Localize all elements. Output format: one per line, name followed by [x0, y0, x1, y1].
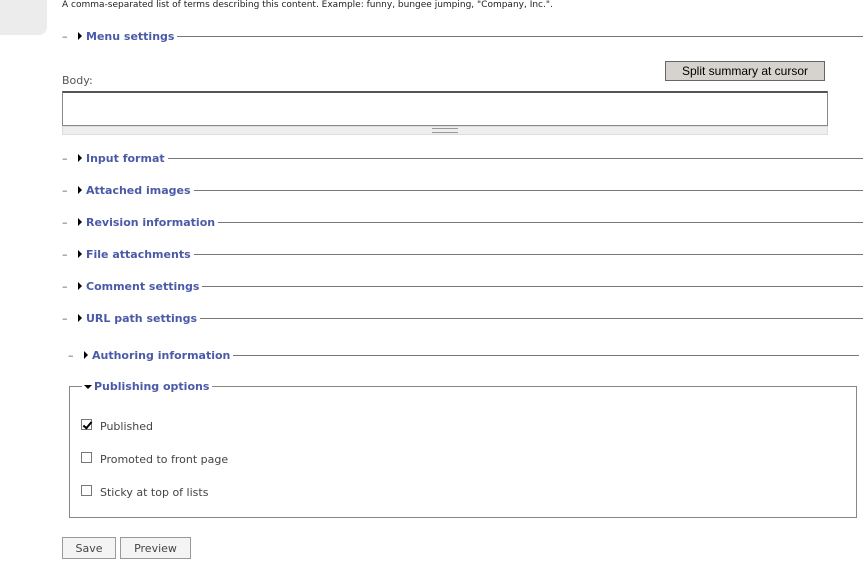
fieldset-divider — [177, 35, 863, 37]
fieldset-menu-settings[interactable]: – Menu settings — [62, 29, 863, 43]
fieldset-revision-information[interactable]: – Revision information — [62, 215, 863, 229]
expand-triangle-icon — [78, 154, 82, 162]
expand-triangle-icon — [78, 282, 82, 290]
expand-triangle-icon — [78, 32, 82, 40]
promoted-checkbox[interactable] — [81, 452, 92, 463]
option-sticky[interactable]: Sticky at top of lists — [81, 482, 208, 499]
preview-button[interactable]: Preview — [120, 537, 191, 559]
fieldset-legend-authoring-information[interactable]: Authoring information — [92, 349, 233, 362]
fieldset-authoring-information[interactable]: – Authoring information — [68, 348, 859, 362]
collapse-dash: – — [62, 279, 68, 293]
fieldset-divider — [193, 253, 863, 255]
split-summary-button[interactable]: Split summary at cursor — [665, 61, 825, 81]
collapse-dash: – — [68, 348, 74, 362]
published-label: Published — [100, 420, 153, 433]
fieldset-legend-attached-images[interactable]: Attached images — [86, 184, 194, 197]
fieldset-file-attachments[interactable]: – File attachments — [62, 247, 863, 261]
body-textarea[interactable] — [62, 91, 828, 126]
expand-triangle-icon — [78, 186, 82, 194]
sticky-checkbox[interactable] — [81, 485, 92, 496]
collapse-triangle-icon — [84, 384, 92, 389]
fieldset-divider — [200, 317, 863, 319]
fieldset-attached-images[interactable]: – Attached images — [62, 183, 863, 197]
fieldset-divider — [167, 157, 863, 159]
fieldset-comment-settings[interactable]: – Comment settings — [62, 279, 863, 293]
fieldset-legend-revision-information[interactable]: Revision information — [86, 216, 218, 229]
expand-triangle-icon — [78, 314, 82, 322]
option-promoted[interactable]: Promoted to front page — [81, 449, 228, 466]
publishing-options-legend[interactable]: Publishing options — [94, 380, 209, 393]
fieldset-legend-url-path-settings[interactable]: URL path settings — [86, 312, 200, 325]
fieldset-divider — [218, 221, 863, 223]
option-published[interactable]: Published — [81, 416, 153, 433]
expand-triangle-icon — [78, 250, 82, 258]
promoted-label: Promoted to front page — [100, 453, 229, 466]
textarea-resize-grip[interactable] — [62, 126, 828, 135]
collapse-dash: – — [62, 183, 68, 197]
collapse-dash: – — [62, 311, 68, 325]
tags-description: A comma-separated list of terms describi… — [62, 0, 553, 10]
body-label: Body: — [62, 74, 93, 87]
collapse-dash: – — [62, 215, 68, 229]
collapse-dash: – — [62, 247, 68, 261]
fieldset-input-format[interactable]: – Input format — [62, 151, 863, 165]
fieldset-divider — [202, 285, 863, 287]
grip-lines-icon — [432, 128, 458, 133]
fieldset-legend-comment-settings[interactable]: Comment settings — [86, 280, 202, 293]
expand-triangle-icon — [84, 351, 88, 359]
corner-tab — [0, 0, 47, 35]
fieldset-divider — [193, 189, 863, 191]
published-checkbox[interactable] — [81, 419, 92, 430]
fieldset-legend-publishing[interactable]: Publishing options — [82, 380, 213, 393]
expand-triangle-icon — [78, 218, 82, 226]
sticky-label: Sticky at top of lists — [100, 486, 209, 499]
fieldset-legend-input-format[interactable]: Input format — [86, 152, 168, 165]
fieldset-legend-menu-settings[interactable]: Menu settings — [86, 30, 177, 43]
fieldset-divider — [233, 354, 859, 356]
collapse-dash: – — [62, 29, 68, 43]
fieldset-legend-file-attachments[interactable]: File attachments — [86, 248, 194, 261]
collapse-dash: – — [62, 151, 68, 165]
fieldset-url-path-settings[interactable]: – URL path settings — [62, 311, 863, 325]
save-button[interactable]: Save — [62, 537, 116, 559]
